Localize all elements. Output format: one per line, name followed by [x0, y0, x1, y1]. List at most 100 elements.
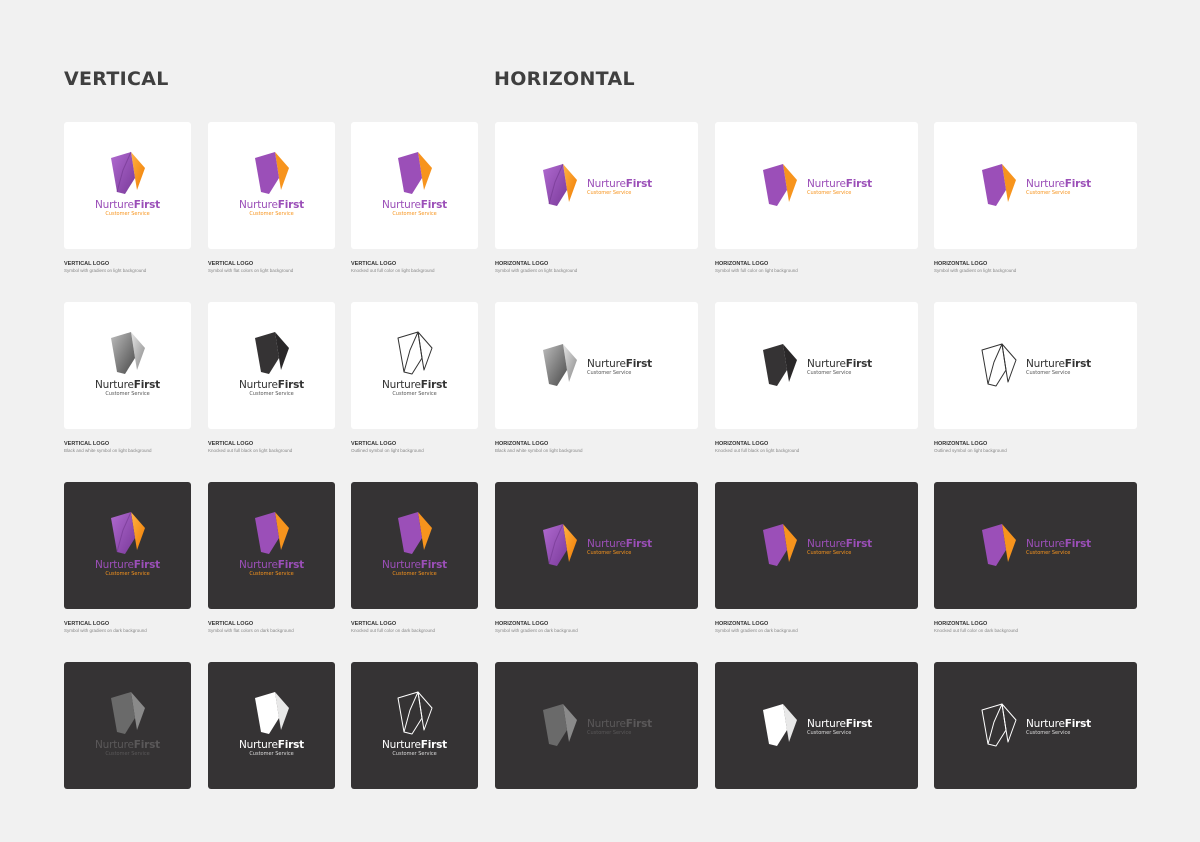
logo-tagline: Customer Service: [392, 571, 437, 577]
logo-row: NurtureFirst Customer Service VERTICAL LOG…: [0, 482, 1200, 662]
nurturefirst-symbol-icon: [397, 691, 432, 735]
nurturefirst-symbol-icon: [543, 163, 577, 206]
wordmark-nurture: Nurture: [807, 178, 846, 190]
logo-tagline: Customer Service: [807, 190, 852, 196]
logo-tagline: Customer Service: [807, 550, 852, 556]
logo-text-block: NurtureFirst Customer Service: [587, 718, 652, 736]
vertical-logo-card[interactable]: NurtureFirst Customer Service: [208, 302, 335, 429]
logo-text-block: NurtureFirst Customer Service: [1026, 358, 1091, 376]
logo-wordmark: NurtureFirst: [587, 538, 652, 550]
horizontal-logo: NurtureFirst Customer Service: [539, 342, 689, 392]
wordmark-first: First: [1064, 358, 1091, 370]
logo-tagline: Customer Service: [249, 211, 294, 217]
nurturefirst-symbol-icon: [254, 152, 289, 194]
logo-tagline: Customer Service: [587, 550, 632, 556]
vertical-logo-card[interactable]: NurtureFirst Customer Service: [208, 122, 335, 249]
vertical-logo-card[interactable]: NurtureFirst Customer Service: [64, 302, 191, 429]
logo-wordmark: NurtureFirst: [587, 358, 652, 370]
horizontal-logo-card[interactable]: NurtureFirst Customer Service: [934, 662, 1137, 789]
logo-text-block: NurtureFirst Customer Service: [587, 178, 652, 196]
logo-text-block: NurtureFirst Customer Service: [1026, 178, 1091, 196]
logo-caption: HORIZONTAL LOGO Symbol with full color on…: [715, 261, 915, 274]
vertical-logo-card[interactable]: NurtureFirst Customer Service: [64, 662, 191, 789]
nurturefirst-symbol-icon: [397, 331, 432, 375]
logo-wordmark: NurtureFirst: [64, 739, 191, 751]
logo-tagline: Customer Service: [392, 751, 437, 757]
logo-wordmark: NurtureFirst: [351, 739, 478, 751]
nurturefirst-symbol-icon: [254, 692, 289, 734]
caption-description: Knocked out full black on light backgrou…: [715, 448, 800, 453]
vertical-logo: NurtureFirst Customer Service: [64, 330, 191, 397]
nurturefirst-symbol-icon: [110, 692, 145, 734]
vertical-logo-card[interactable]: NurtureFirst Customer Service: [351, 482, 478, 609]
vertical-logo: NurtureFirst Customer Service: [351, 690, 478, 757]
wordmark-nurture: Nurture: [95, 559, 134, 571]
caption-title: HORIZONTAL LOGO: [934, 441, 988, 447]
vertical-logo-card[interactable]: NurtureFirst Customer Service: [351, 302, 478, 429]
horizontal-logo-card[interactable]: NurtureFirst Customer Service: [715, 662, 918, 789]
logo-wordmark: NurtureFirst: [64, 559, 191, 571]
logo-text-block: NurtureFirst Customer Service: [807, 358, 872, 376]
nurturefirst-symbol-icon: [543, 523, 577, 566]
logo-tagline: Customer Service: [105, 211, 150, 217]
vertical-logo-card[interactable]: NurtureFirst Customer Service: [351, 122, 478, 249]
nurturefirst-symbol-icon: [543, 704, 577, 746]
vertical-logo-card[interactable]: NurtureFirst Customer Service: [351, 662, 478, 789]
wordmark-first: First: [133, 199, 160, 211]
caption-title: HORIZONTAL LOGO: [934, 621, 988, 627]
horizontal-logo-card[interactable]: NurtureFirst Customer Service: [934, 482, 1137, 609]
horizontal-logo-card[interactable]: NurtureFirst Customer Service: [495, 122, 698, 249]
caption-title: HORIZONTAL LOGO: [715, 261, 769, 267]
vertical-logo-card[interactable]: NurtureFirst Customer Service: [64, 122, 191, 249]
wordmark-first: First: [420, 739, 447, 751]
horizontal-logo-card[interactable]: NurtureFirst Customer Service: [495, 482, 698, 609]
caption-description: Symbol with gradient on light background: [934, 268, 1017, 273]
nurturefirst-symbol-icon: [110, 151, 145, 194]
wordmark-first: First: [625, 358, 652, 370]
wordmark-first: First: [277, 379, 304, 391]
wordmark-nurture: Nurture: [239, 559, 278, 571]
logo-wordmark: NurtureFirst: [351, 199, 478, 211]
wordmark-first: First: [420, 199, 447, 211]
wordmark-nurture: Nurture: [807, 718, 846, 730]
logo-caption: HORIZONTAL LOGO Knocked out full color on…: [934, 621, 1134, 634]
nurturefirst-symbol-icon: [543, 344, 577, 386]
logo-tagline: Customer Service: [249, 751, 294, 757]
horizontal-logo-card[interactable]: NurtureFirst Customer Service: [715, 302, 918, 429]
logo-text-block: NurtureFirst Customer Service: [587, 538, 652, 556]
nurturefirst-symbol-icon: [763, 524, 797, 566]
horizontal-logo-card[interactable]: NurtureFirst Customer Service: [495, 302, 698, 429]
wordmark-first: First: [845, 538, 872, 550]
nurturefirst-symbol-icon: [254, 332, 289, 374]
wordmark-first: First: [625, 718, 652, 730]
horizontal-logo: NurtureFirst Customer Service: [978, 342, 1128, 392]
wordmark-first: First: [1064, 178, 1091, 190]
logo-wordmark: NurtureFirst: [587, 718, 652, 730]
nurturefirst-symbol-icon: [981, 703, 1017, 747]
logo-wordmark: NurtureFirst: [208, 379, 335, 391]
horizontal-logo: NurtureFirst Customer Service: [978, 702, 1128, 752]
nurturefirst-symbol-icon: [982, 164, 1016, 206]
logo-row: NurtureFirst Customer Service VERTICAL LOG…: [0, 122, 1200, 302]
horizontal-logo-card[interactable]: NurtureFirst Customer Service: [495, 662, 698, 789]
logo-tagline: Customer Service: [587, 190, 632, 196]
nurturefirst-symbol-icon: [397, 152, 432, 194]
vertical-logo-card[interactable]: NurtureFirst Customer Service: [208, 482, 335, 609]
wordmark-first: First: [625, 178, 652, 190]
vertical-logo-card[interactable]: NurtureFirst Customer Service: [64, 482, 191, 609]
wordmark-nurture: Nurture: [587, 358, 626, 370]
horizontal-logo-card[interactable]: NurtureFirst Customer Service: [715, 122, 918, 249]
caption-title: HORIZONTAL LOGO: [495, 621, 549, 627]
vertical-logo: NurtureFirst Customer Service: [351, 330, 478, 397]
logo-wordmark: NurtureFirst: [208, 199, 335, 211]
wordmark-nurture: Nurture: [239, 739, 278, 751]
horizontal-logo-card[interactable]: NurtureFirst Customer Service: [934, 122, 1137, 249]
caption-description: Symbol with full color on light backgrou…: [715, 268, 798, 273]
horizontal-logo-card[interactable]: NurtureFirst Customer Service: [715, 482, 918, 609]
logo-caption: HORIZONTAL LOGO Symbol with gradient on d…: [715, 621, 915, 634]
caption-title: HORIZONTAL LOGO: [934, 261, 988, 267]
logo-wordmark: NurtureFirst: [1026, 358, 1091, 370]
vertical-logo-card[interactable]: NurtureFirst Customer Service: [208, 662, 335, 789]
horizontal-logo-card[interactable]: NurtureFirst Customer Service: [934, 302, 1137, 429]
wordmark-first: First: [133, 559, 160, 571]
